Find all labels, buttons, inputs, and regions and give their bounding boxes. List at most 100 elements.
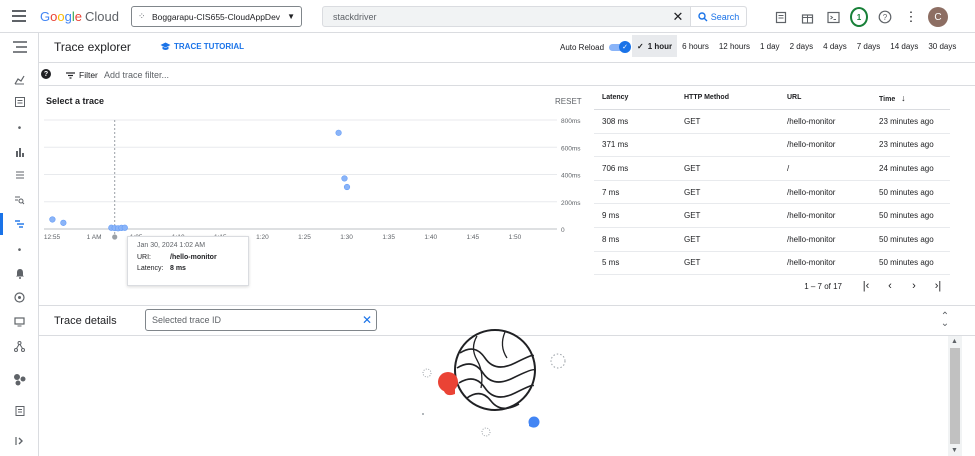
- chart-point[interactable]: [49, 216, 56, 223]
- nodes-icon[interactable]: [0, 336, 39, 356]
- select-trace-title: Select a trace: [46, 96, 105, 106]
- search-box[interactable]: stackdriver ✕ Search: [322, 6, 747, 27]
- last-page-icon[interactable]: ›|: [926, 280, 950, 292]
- table-row[interactable]: 7 ms GET/hello-monitor 50 minutes ago: [594, 181, 950, 205]
- filter-bar: ? Filter Add trace filter...: [39, 62, 975, 86]
- expand-collapse-icon[interactable]: ⌃ ⌄: [939, 312, 951, 329]
- school-icon: [160, 42, 171, 50]
- chart-point[interactable]: [60, 219, 67, 226]
- project-picker[interactable]: ⁘ Boggarapu-CIS655-CloudAppDev ▼: [131, 6, 302, 27]
- chart-selected-dot: [112, 234, 118, 240]
- scroll-down-icon[interactable]: ▼: [951, 447, 958, 454]
- nav-menu-icon[interactable]: [0, 37, 39, 57]
- details-scrollbar[interactable]: ▲ ▼: [948, 336, 962, 456]
- clear-trace-id-icon[interactable]: ✕: [358, 313, 376, 327]
- list-icon[interactable]: [0, 165, 39, 185]
- time-range-1-day[interactable]: 1 day: [755, 35, 785, 57]
- table-pager: 1 – 7 of 17 |‹ ‹ › ›|: [594, 276, 950, 296]
- table-row[interactable]: 308 ms GET/hello-monitor 23 minutes ago: [594, 110, 950, 134]
- selected-trace-id-input[interactable]: Selected trace ID ✕: [145, 309, 377, 331]
- auto-reload: Auto Reload ✓: [560, 41, 632, 53]
- time-range-4-days[interactable]: 4 days: [818, 35, 852, 57]
- pager-range: 1 – 7 of 17: [804, 281, 842, 291]
- google-cloud-logo[interactable]: Google Cloud: [40, 9, 119, 24]
- cloud-shell-icon[interactable]: [824, 8, 842, 26]
- chart-x-tick-label: 1:45: [467, 234, 480, 241]
- trace-details-title: Trace details: [54, 315, 117, 327]
- top-bar: Google Cloud ⁘ Boggarapu-CIS655-CloudAppD…: [0, 0, 975, 33]
- chart-x-tick-label: 1:50: [509, 234, 522, 241]
- notes-icon[interactable]: [772, 8, 790, 26]
- table-row[interactable]: 371 ms/hello-monitor 23 minutes ago: [594, 134, 950, 158]
- dot-icon[interactable]: •: [0, 240, 39, 260]
- chart-point[interactable]: [121, 224, 128, 231]
- reset-button[interactable]: RESET: [555, 97, 582, 106]
- more-vert-icon[interactable]: ⋮: [902, 8, 920, 26]
- bell-icon[interactable]: [0, 263, 39, 283]
- col-latency[interactable]: Latency: [594, 94, 676, 101]
- uptime-icon[interactable]: [0, 287, 39, 307]
- gift-icon[interactable]: [798, 8, 816, 26]
- chart-x-tick-label: 12:55: [44, 234, 61, 241]
- auto-reload-toggle[interactable]: ✓: [607, 41, 632, 53]
- dots-cluster-icon[interactable]: [0, 369, 39, 389]
- time-range-14-days[interactable]: 14 days: [885, 35, 923, 57]
- first-page-icon[interactable]: |‹: [854, 280, 878, 292]
- table-header: Latency HTTP Method URL Time ↓: [594, 86, 950, 110]
- trace-scatter-chart[interactable]: 0200ms400ms600ms800ms12:551 AM1:051:101:…: [39, 110, 594, 245]
- search-button[interactable]: Search: [690, 7, 746, 26]
- release-notes-icon[interactable]: [0, 401, 39, 421]
- search-input[interactable]: stackdriver: [323, 12, 670, 22]
- chart-x-tick-label: 1:30: [340, 234, 353, 241]
- tooltip-latency-label: Latency:: [137, 265, 164, 272]
- prev-page-icon[interactable]: ‹: [878, 280, 902, 292]
- check-icon: ✓: [619, 41, 632, 53]
- filter-button[interactable]: Filter: [66, 70, 98, 80]
- page-title: Trace explorer: [54, 40, 131, 54]
- col-http-method[interactable]: HTTP Method: [676, 94, 779, 101]
- close-icon[interactable]: ✕: [670, 9, 686, 25]
- tooltip-uri-value: /hello-monitor: [170, 254, 217, 261]
- log-search-icon[interactable]: [0, 190, 39, 210]
- scroll-thumb[interactable]: [950, 348, 960, 444]
- trace-tutorial-link[interactable]: TRACE TUTORIAL: [160, 42, 244, 51]
- col-time[interactable]: Time ↓: [871, 93, 950, 103]
- trace-icon[interactable]: [0, 214, 39, 234]
- notifications-badge[interactable]: 1: [850, 7, 868, 27]
- time-range-7-days[interactable]: 7 days: [852, 35, 886, 57]
- project-name: Boggarapu-CIS655-CloudAppDev: [152, 11, 281, 22]
- chart-x-tick-label: 1:25: [298, 234, 311, 241]
- expand-rail-icon[interactable]: [0, 431, 39, 451]
- next-page-icon[interactable]: ›: [902, 280, 926, 292]
- time-range-2-days[interactable]: 2 days: [785, 35, 819, 57]
- dashboard-chart-icon[interactable]: [0, 69, 39, 89]
- chart-y-tick-label: 400ms: [561, 173, 581, 180]
- help-icon[interactable]: ?: [876, 8, 894, 26]
- tooltip-latency-value: 8 ms: [170, 265, 186, 272]
- time-range-1-hour[interactable]: ✓ 1 hour: [632, 35, 678, 57]
- time-range-6-hours[interactable]: 6 hours: [677, 35, 714, 57]
- chart-point[interactable]: [343, 183, 351, 191]
- avatar[interactable]: C: [928, 7, 948, 27]
- scroll-up-icon[interactable]: ▲: [951, 338, 958, 345]
- trace-filter-input[interactable]: Add trace filter...: [104, 70, 169, 80]
- arrow-down-icon: ↓: [901, 92, 906, 103]
- chart-point[interactable]: [341, 175, 348, 182]
- hamburger-menu-icon[interactable]: [12, 10, 26, 22]
- chart-y-tick-label: 0: [561, 227, 565, 234]
- empty-state-illustration: [422, 329, 566, 437]
- dot-icon[interactable]: •: [0, 118, 39, 138]
- chart-point[interactable]: [335, 129, 342, 136]
- table-row[interactable]: 8 ms GET/hello-monitor 50 minutes ago: [594, 228, 950, 252]
- logs-icon[interactable]: [0, 92, 39, 112]
- help-icon[interactable]: ?: [41, 69, 51, 79]
- bar-chart-icon[interactable]: [0, 142, 39, 162]
- table-row[interactable]: 706 ms GET/24 minutes ago: [594, 157, 950, 181]
- time-range-30-days[interactable]: 30 days: [923, 35, 961, 57]
- tooltip-date: Jan 30, 2024 1:02 AM: [137, 242, 206, 249]
- table-row[interactable]: 5 ms GET/hello-monitor 50 minutes ago: [594, 252, 950, 276]
- time-range-12-hours[interactable]: 12 hours: [714, 35, 755, 57]
- table-row[interactable]: 9 ms GET/hello-monitor 50 minutes ago: [594, 204, 950, 228]
- monitor-icon[interactable]: [0, 312, 39, 332]
- col-url[interactable]: URL: [779, 94, 871, 101]
